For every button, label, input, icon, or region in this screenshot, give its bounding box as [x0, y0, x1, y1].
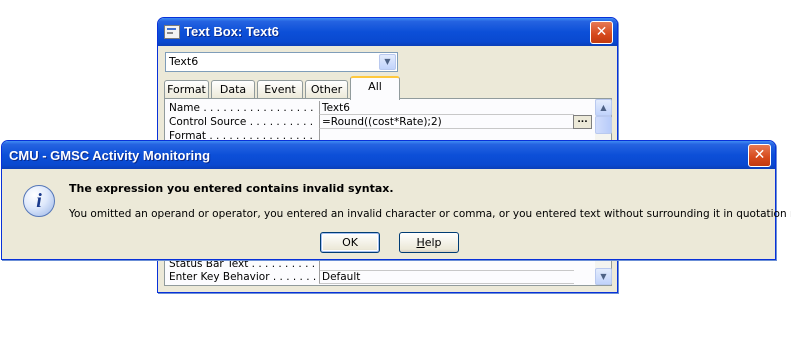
tab-all[interactable]: All: [350, 76, 400, 100]
error-heading: The expression you entered contains inva…: [69, 182, 394, 195]
property-sheet-icon: [164, 25, 180, 39]
help-accelerator: H: [416, 236, 425, 249]
message-box: CMU - GMSC Activity Monitoring ✕ i The e…: [1, 140, 791, 260]
property-row[interactable]: Enter Key Behavior . . . . . . . . Defau…: [167, 270, 574, 284]
message-box-titlebar[interactable]: CMU - GMSC Activity Monitoring ✕: [2, 141, 775, 169]
property-sheet-title: Text Box: Text6: [184, 24, 279, 39]
property-name: Enter Key Behavior . . . . . . . .: [169, 271, 317, 283]
chevron-down-icon[interactable]: ▼: [379, 54, 396, 70]
property-row[interactable]: Name . . . . . . . . . . . . . . . . . T…: [167, 101, 574, 115]
property-value[interactable]: Text6: [319, 101, 574, 115]
property-name: Name . . . . . . . . . . . . . . . . .: [169, 102, 314, 114]
help-button[interactable]: Help: [399, 232, 459, 253]
tab-data[interactable]: Data: [211, 80, 255, 98]
property-value[interactable]: Default: [319, 270, 574, 284]
error-detail: You omitted an operand or operator, you …: [69, 208, 791, 220]
ok-button[interactable]: OK: [320, 232, 380, 253]
information-icon: i: [23, 185, 55, 217]
property-sheet-titlebar[interactable]: Text Box: Text6 ✕: [158, 18, 617, 46]
object-selector-value: Text6: [169, 55, 199, 68]
scroll-up-icon[interactable]: ▲: [595, 99, 612, 116]
close-icon[interactable]: ✕: [748, 144, 771, 167]
help-label: elp: [424, 236, 442, 249]
control-source-field[interactable]: =Round((cost*Rate);2): [319, 115, 574, 129]
property-name: Control Source . . . . . . . . . . .: [169, 116, 317, 128]
tab-other[interactable]: Other: [305, 80, 348, 98]
scroll-down-icon[interactable]: ▼: [595, 268, 612, 285]
build-button[interactable]: ...: [573, 115, 592, 129]
object-selector[interactable]: Text6 ▼: [165, 52, 398, 72]
property-row[interactable]: Control Source . . . . . . . . . . . =Ro…: [167, 115, 592, 129]
tab-format[interactable]: Format: [164, 80, 209, 98]
close-icon[interactable]: ✕: [590, 21, 613, 44]
tab-event[interactable]: Event: [257, 80, 303, 98]
message-box-title: CMU - GMSC Activity Monitoring: [9, 148, 211, 163]
scroll-thumb[interactable]: [595, 116, 612, 134]
